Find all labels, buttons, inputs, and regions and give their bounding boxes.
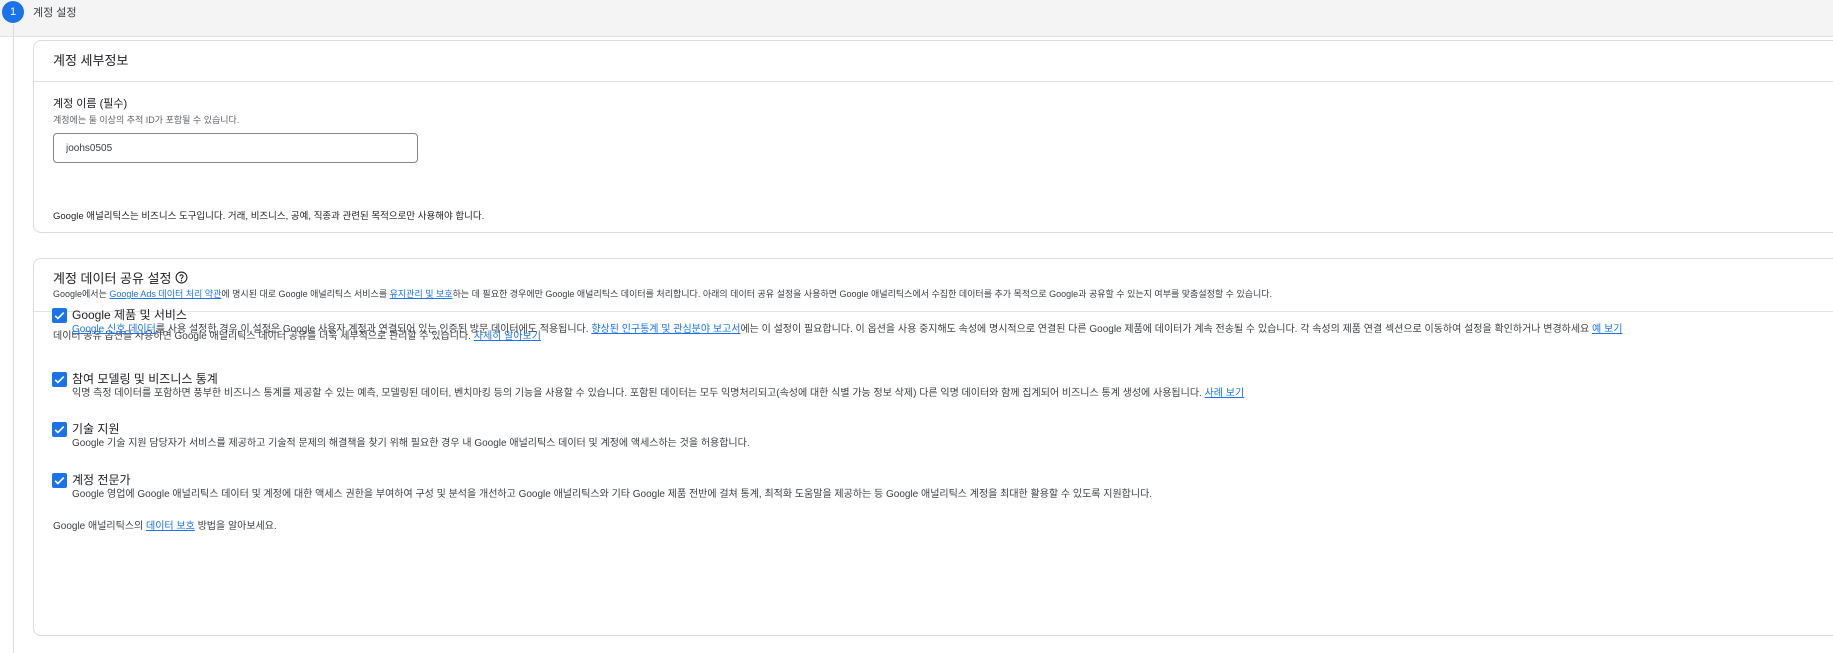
account-name-help: 계정에는 둘 이상의 추적 ID가 포함될 수 있습니다. (53, 115, 240, 125)
data-sharing-title: 계정 데이터 공유 설정 (53, 268, 188, 287)
google-products-checkbox[interactable] (52, 308, 67, 323)
option-title: 계정 전문가 (72, 473, 131, 487)
option-description: Google 영업에 Google 애널리틱스 데이터 및 계정에 대한 액세스… (72, 489, 1153, 500)
google-signals-link[interactable]: Google 신호 데이터 (72, 324, 156, 335)
footer-text: 방법을 알아보세요. (194, 521, 277, 532)
desc-text: 하는 데 필요한 경우에만 Google 애널리틱스 데이터를 처리합니다. 아… (452, 289, 1273, 299)
see-cases-link[interactable]: 사례 보기 (1205, 388, 1245, 399)
step-header: 1 계정 설정 (0, 0, 1833, 37)
option-description: Google 신호 데이터를 사용 설정한 경우 이 설정은 Google 사용… (72, 323, 1822, 337)
option-description: 익명 측정 데이터를 포함하면 풍부한 비즈니스 통계를 제공할 수 있는 예측… (72, 387, 1822, 401)
see-example-link[interactable]: 예 보기 (1592, 324, 1622, 335)
option-text: 에는 이 설정이 필요합니다. 이 옵션을 사용 중지해도 속성에 명시적으로 … (740, 324, 1593, 335)
option-title: 기술 지원 (72, 422, 120, 436)
step-number-badge: 1 (2, 1, 24, 23)
option-text: 를 사용 설정한 경우 이 설정은 Google 사용자 계정과 연결되어 있는… (155, 324, 592, 335)
divider (34, 81, 1833, 82)
account-details-card: 계정 세부정보 계정 이름 (필수) 계정에는 둘 이상의 추적 ID가 포함될… (33, 40, 1833, 233)
data-sharing-title-text: 계정 데이터 공유 설정 (53, 271, 172, 286)
data-sharing-description: Google에서는 Google Ads 데이터 처리 약관에 명시된 대로 G… (53, 287, 1272, 300)
account-name-input[interactable] (53, 133, 418, 163)
technical-support-checkbox[interactable] (52, 422, 67, 437)
data-protection-link[interactable]: 데이터 보호 (146, 521, 195, 532)
desc-text: 에 명시된 대로 Google 애널리틱스 서비스를 (221, 289, 390, 299)
step-connector-line (13, 24, 14, 653)
option-description: Google 기술 지원 담당자가 서비스를 제공하고 기술적 문제의 해결책을… (72, 438, 750, 449)
desc-text: Google에서는 (53, 289, 110, 299)
maintain-protect-link[interactable]: 유지관리 및 보호 (390, 289, 453, 299)
option-title: 참여 모델링 및 비즈니스 통계 (72, 372, 218, 386)
option-title: Google 제품 및 서비스 (72, 308, 187, 322)
business-tool-note: Google 애널리틱스는 비즈니스 도구입니다. 거래, 비즈니스, 공예, … (53, 211, 485, 222)
option-text: 익명 측정 데이터를 포함하면 풍부한 비즈니스 통계를 제공할 수 있는 예측… (72, 388, 1205, 399)
divider (34, 311, 1833, 312)
demographics-reports-link[interactable]: 향상된 인구통계 및 관심분야 보고서 (591, 324, 740, 335)
data-protection-note: Google 애널리틱스의 데이터 보호 방법을 알아보세요. (53, 517, 277, 532)
modeling-insights-checkbox[interactable] (52, 372, 67, 387)
account-name-label: 계정 이름 (필수) (53, 98, 128, 110)
ads-data-processing-terms-link[interactable]: Google Ads 데이터 처리 약관 (109, 289, 221, 299)
account-specialists-checkbox[interactable] (52, 473, 67, 488)
footer-text: Google 애널리틱스의 (53, 521, 147, 532)
account-details-title: 계정 세부정보 (53, 53, 129, 68)
help-circle-icon[interactable] (175, 271, 188, 284)
step-title: 계정 설정 (33, 7, 77, 19)
